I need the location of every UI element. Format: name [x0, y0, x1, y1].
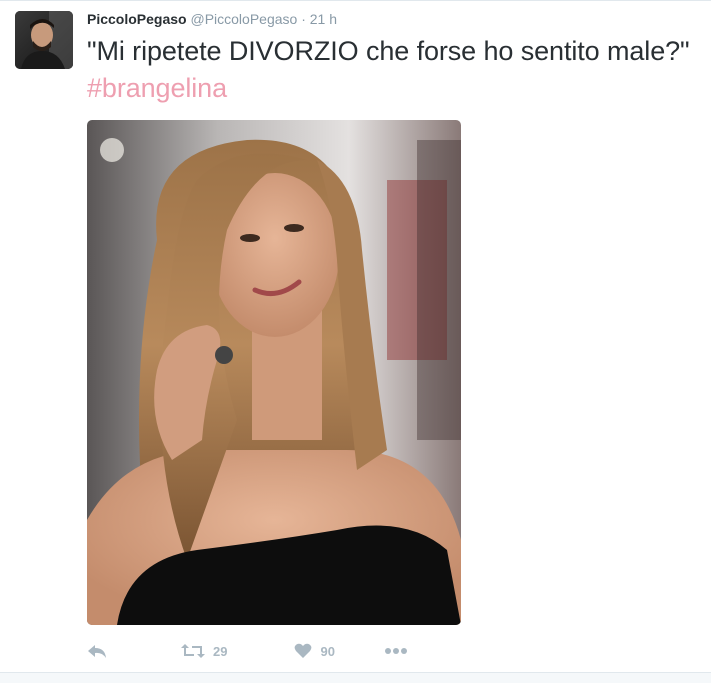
reply-button[interactable] — [87, 643, 107, 659]
retweet-icon — [181, 643, 205, 659]
like-button[interactable]: 90 — [294, 643, 335, 659]
more-icon — [384, 647, 408, 655]
tweet-body: "Mi ripetete DIVORZIO che forse ho senti… — [87, 36, 690, 66]
tweet-timestamp[interactable]: 21 h — [310, 11, 337, 27]
author-handle[interactable]: @PiccoloPegaso — [190, 11, 297, 27]
hashtag-link[interactable]: #brangelina — [87, 73, 227, 103]
heart-icon — [294, 643, 312, 659]
tweet: PiccoloPegaso @PiccoloPegaso · 21 h "Mi … — [0, 0, 711, 683]
more-button[interactable] — [384, 647, 408, 655]
avatar[interactable] — [15, 11, 73, 69]
like-count: 90 — [320, 643, 335, 659]
tweet-photo[interactable] — [87, 120, 461, 625]
reply-icon — [87, 643, 107, 659]
tweet-actions: 29 90 — [87, 639, 408, 663]
header-separator: · — [301, 11, 306, 27]
tweet-header: PiccoloPegaso @PiccoloPegaso · 21 h — [87, 10, 337, 28]
tweet-bottom-border — [0, 672, 711, 683]
tweet-text: "Mi ripetete DIVORZIO che forse ho senti… — [87, 33, 697, 107]
retweet-button[interactable]: 29 — [181, 643, 227, 659]
retweet-count: 29 — [213, 643, 228, 659]
author-fullname[interactable]: PiccoloPegaso — [87, 11, 187, 27]
